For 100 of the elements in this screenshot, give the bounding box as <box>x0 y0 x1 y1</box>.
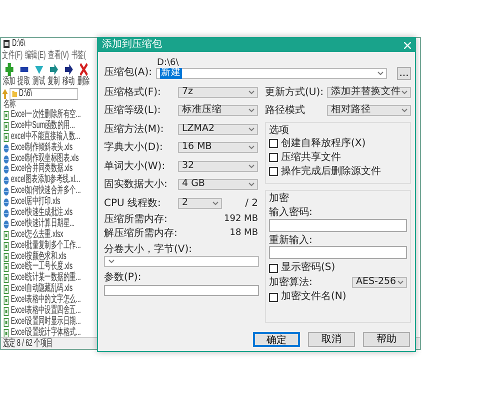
window-title: D:\6\ <box>12 38 26 50</box>
field-label: 字典大小(D): <box>104 142 164 154</box>
dropdown[interactable]: 32 <box>178 160 258 172</box>
caret-icon <box>248 108 255 114</box>
browse-button[interactable]: ... <box>397 67 411 80</box>
checkbox-label[interactable]: 操作完成后删除源文件 <box>281 166 381 178</box>
caret-icon <box>212 200 219 206</box>
field-label: 压缩所需内存: <box>104 214 168 226</box>
file-name[interactable]: Excel一次性删除所有空... <box>10 110 81 121</box>
file-name[interactable]: Excel制作倾斜表头.xls <box>10 142 73 154</box>
file-icon <box>3 274 10 284</box>
globe-icon <box>3 176 10 186</box>
globe-icon <box>3 220 10 229</box>
file-name[interactable]: Excel怎么去重.xlsx <box>10 230 64 241</box>
toolbar-button[interactable]: 移动 <box>62 63 76 87</box>
arrow-right-icon <box>64 63 73 76</box>
checkbox-label[interactable]: 压缩共享文件 <box>281 152 341 164</box>
checkbox-label[interactable]: 加密文件名(N) <box>281 291 346 303</box>
close-icon <box>404 42 411 48</box>
field-label: 更新方式(U): <box>265 86 324 98</box>
globe-icon <box>3 165 10 174</box>
caret-icon <box>248 182 255 188</box>
dialog-button[interactable]: 确定 <box>253 332 300 347</box>
field-value: 192 MB <box>224 214 258 225</box>
arrow-right-icon <box>50 63 58 76</box>
dropdown[interactable]: 7z <box>178 86 258 98</box>
group-title: 选项 <box>269 125 290 136</box>
menu-item[interactable]: 书签( <box>71 50 86 62</box>
menu-item[interactable]: 编辑(E) <box>25 50 46 62</box>
file-icon <box>3 110 10 120</box>
dropdown[interactable]: 16 MB <box>178 142 258 154</box>
app-icon <box>3 40 10 48</box>
dropdown[interactable]: 相对路径 <box>327 105 411 116</box>
address-field[interactable]: D:\6\ <box>10 88 78 100</box>
checkbox[interactable] <box>269 167 278 176</box>
file-name[interactable]: Excel表格中设置四舍五... <box>10 306 81 317</box>
globe-icon <box>3 187 10 196</box>
menu-item[interactable]: 文件(F) <box>2 50 23 62</box>
caret-icon <box>248 90 255 95</box>
dropdown[interactable]: 2 <box>178 198 222 209</box>
archive-name-field[interactable]: 新建 <box>156 68 387 80</box>
menu-item[interactable]: 查看(V) <box>48 50 69 62</box>
toolbar-button[interactable]: 添加 <box>2 63 16 87</box>
dropdown[interactable]: 4 GB <box>178 179 258 190</box>
archive-label: 压缩包(A): <box>104 66 154 80</box>
file-icon <box>3 318 10 327</box>
field-label: 压缩方法(M): <box>104 124 165 135</box>
dropdown[interactable]: AES-256 <box>352 277 407 288</box>
caret-icon <box>248 126 255 132</box>
field-suffix: / 2 <box>245 198 258 209</box>
archive-path: D:\6\ <box>156 58 179 68</box>
plus-icon <box>5 63 14 76</box>
checkbox[interactable] <box>269 264 278 272</box>
file-name[interactable]: excel中不能直接输入数... <box>10 132 80 143</box>
params-field[interactable] <box>104 284 259 296</box>
dialog-button[interactable]: 取消 <box>308 332 355 347</box>
file-name[interactable]: Excel如何快速合并多个... <box>10 186 81 198</box>
caret-icon <box>397 280 404 285</box>
delete-icon <box>79 63 88 76</box>
caret-icon <box>377 71 384 76</box>
field-label: CPU 线程数: <box>104 198 162 209</box>
password-field[interactable] <box>269 218 407 232</box>
file-icon <box>3 242 10 251</box>
file-icon <box>3 230 10 240</box>
field-label: 压缩格式(F): <box>104 86 162 98</box>
file-icon <box>3 285 10 294</box>
field-label: 参数(P): <box>104 272 142 284</box>
field-label: 固实数据大小: <box>104 179 168 190</box>
caret-icon <box>401 90 408 95</box>
dropdown[interactable]: LZMA2 <box>178 124 258 135</box>
file-name[interactable]: Excel设置统计字体格式... <box>10 328 81 339</box>
caret-icon <box>108 259 115 264</box>
field-label: 单词大小(W): <box>104 160 166 172</box>
caret-icon <box>401 108 408 114</box>
globe-icon <box>3 144 10 153</box>
dropdown[interactable]: 添加并替换文件 <box>327 86 411 98</box>
dialog-title: 添加到压缩包 <box>102 39 162 51</box>
checkbox[interactable] <box>269 153 278 162</box>
field-label: 加密算法: <box>269 276 312 288</box>
checkbox-label[interactable]: 显示密码(S) <box>281 262 336 274</box>
field-label: 重新输入: <box>269 234 314 246</box>
checkbox[interactable] <box>269 139 278 148</box>
toolbar-button[interactable]: 提取 <box>17 63 31 87</box>
folder-icon <box>12 90 18 97</box>
field-value: 18 MB <box>230 228 258 239</box>
password-field[interactable] <box>269 246 407 259</box>
file-name[interactable]: Excel快速生成批注.xls <box>10 208 73 219</box>
dropdown[interactable]: 标准压缩 <box>178 105 258 116</box>
toolbar-button[interactable]: 删除 <box>76 63 90 87</box>
file-name[interactable]: Excel快速计算日期星... <box>10 218 75 230</box>
field-label: 路径模式 <box>265 105 305 116</box>
dialog-button[interactable]: 帮助 <box>363 332 410 347</box>
checkbox[interactable] <box>269 292 278 302</box>
file-name[interactable]: Excel批量复制多个工作... <box>10 240 81 252</box>
checkbox-label[interactable]: 创建自释放程序(X) <box>281 138 366 150</box>
file-name[interactable]: Excel中Sum函数的用... <box>10 120 75 132</box>
toolbar-button[interactable]: 复制 <box>46 63 61 87</box>
toolbar-button[interactable]: 测试 <box>32 63 46 87</box>
field-label: 压缩等级(L): <box>104 105 162 116</box>
file-name[interactable]: Excel设置同时显示日期... <box>10 316 81 328</box>
